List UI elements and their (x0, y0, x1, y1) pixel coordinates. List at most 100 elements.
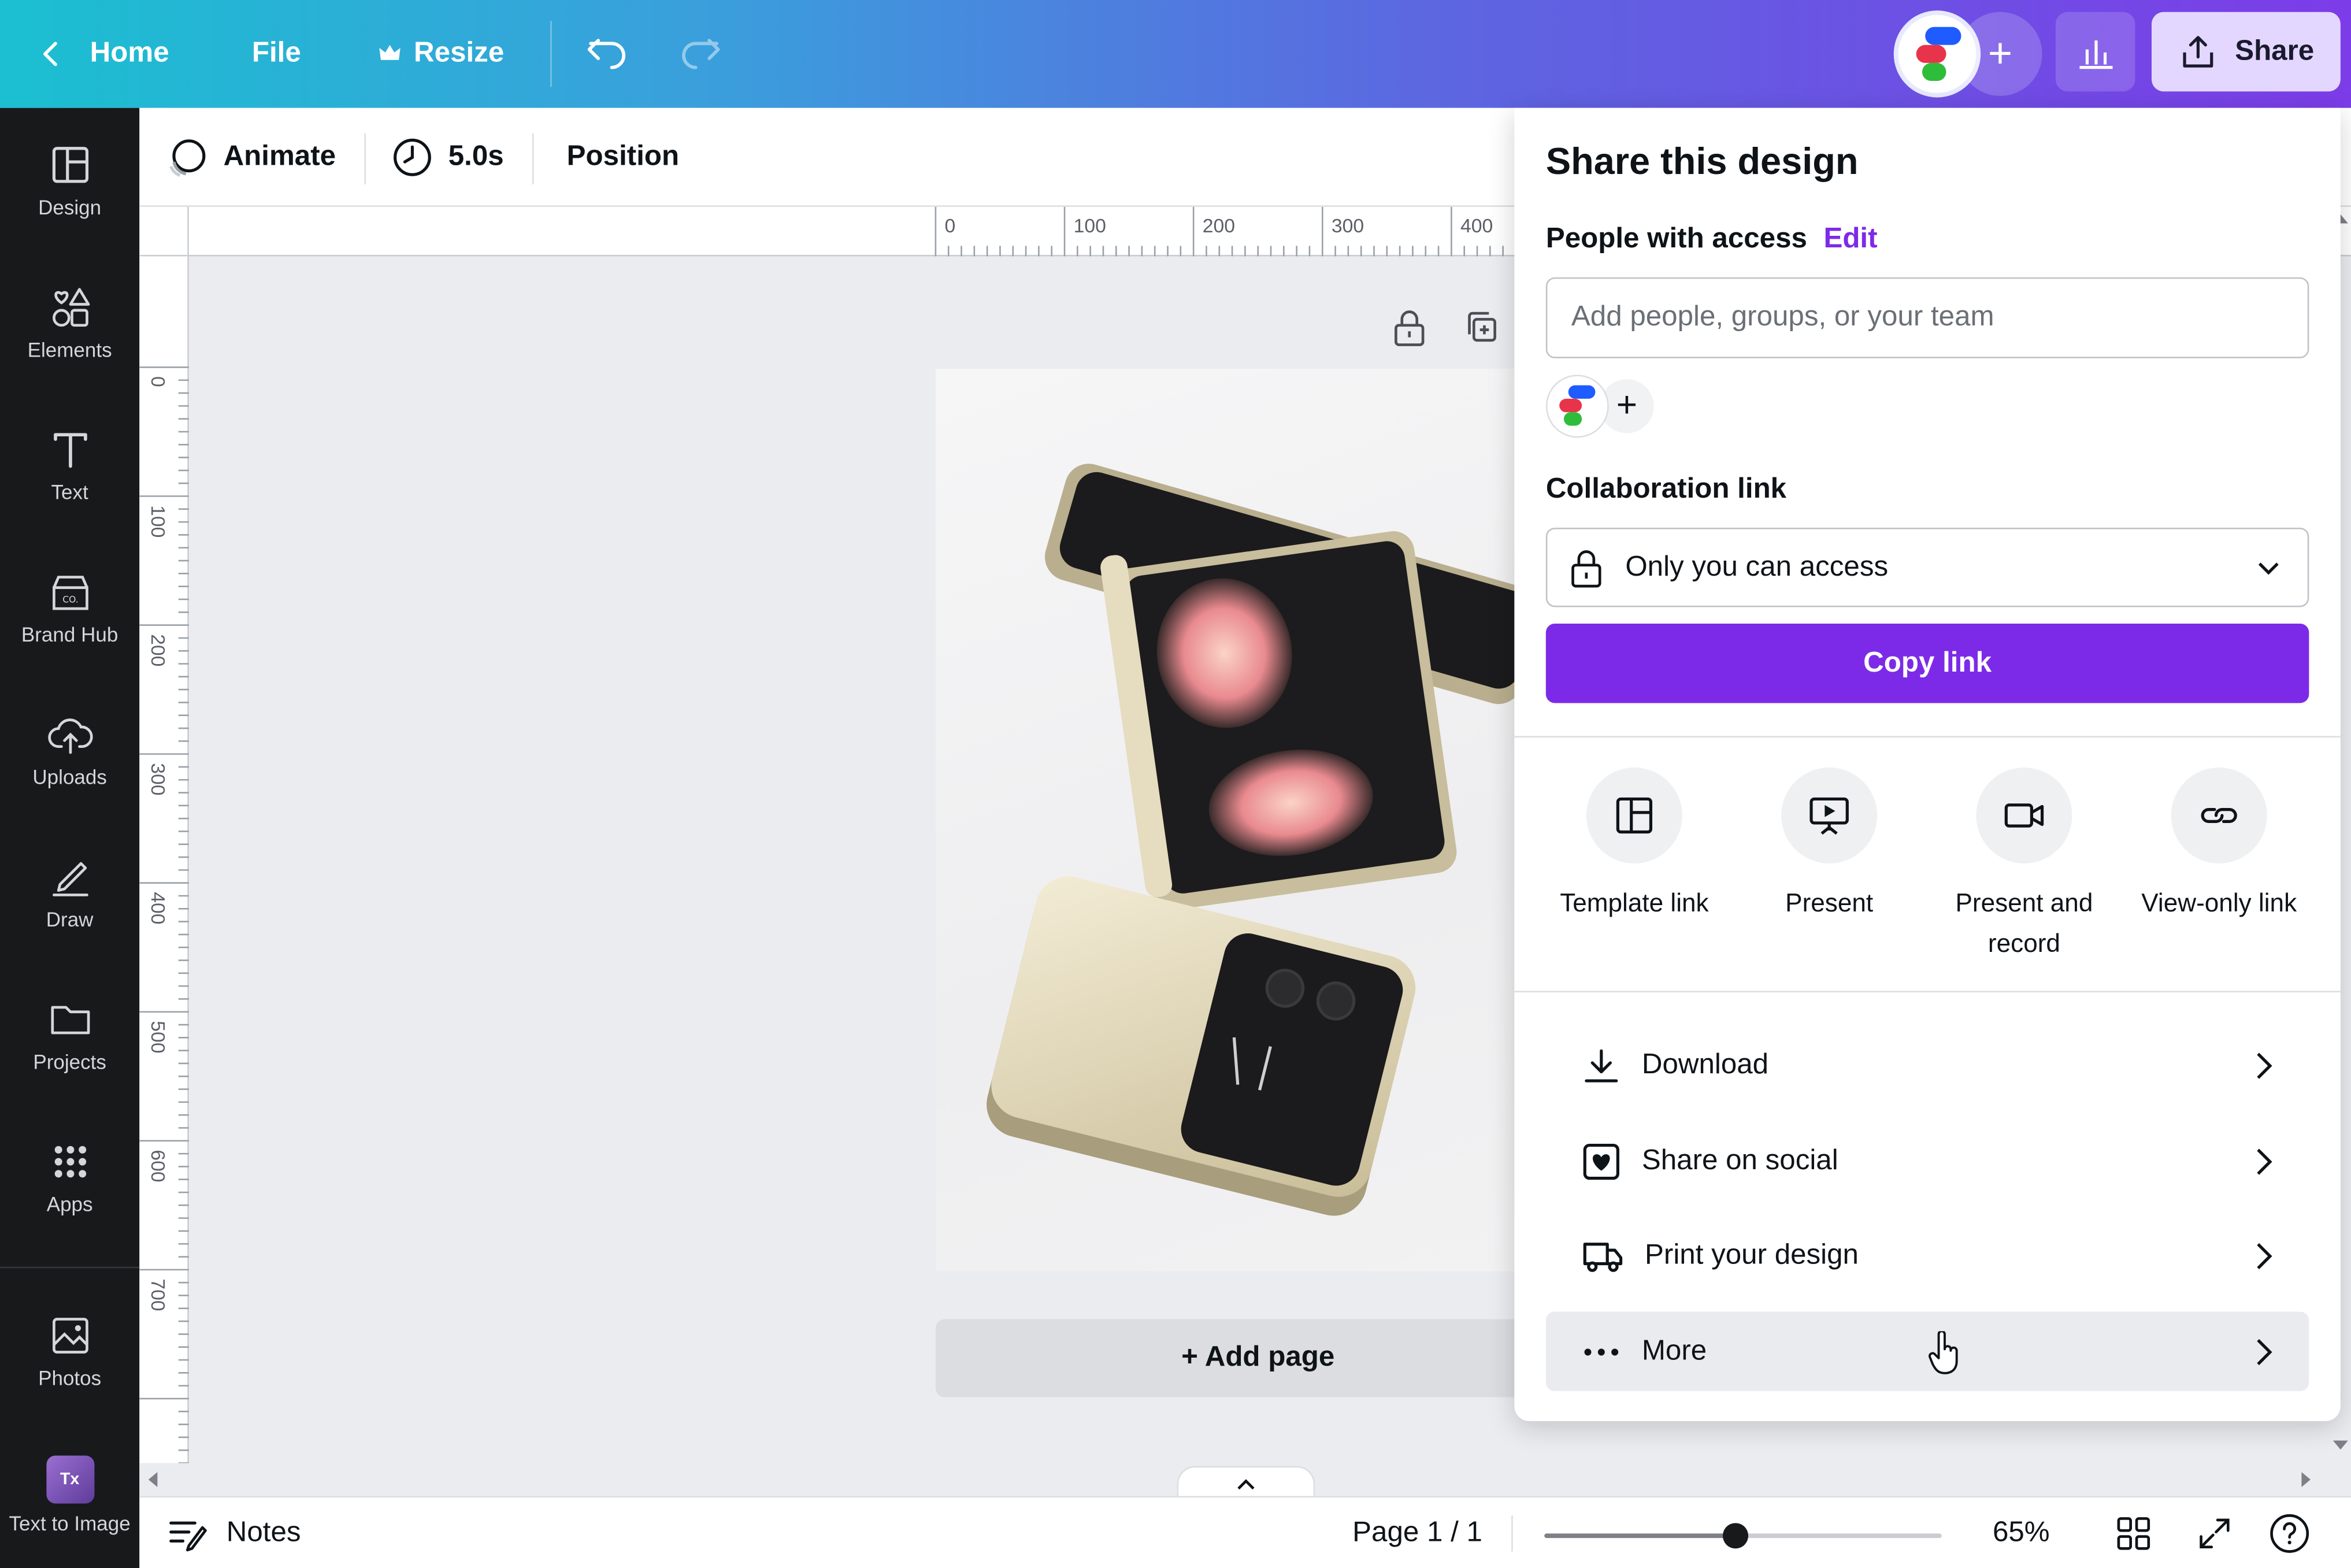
help-button[interactable] (2268, 1497, 2311, 1568)
redo-icon (682, 39, 720, 69)
ruler-left: 0 100 200 300 400 500 600 700 (139, 256, 189, 1463)
bottom-bar: Notes Page 1 / 1 65% (139, 1496, 2351, 1568)
apps-grid-icon (54, 1145, 86, 1177)
undo-button[interactable] (585, 0, 630, 108)
view-only-link-option[interactable]: View-only link (2122, 767, 2316, 924)
collaborator-avatar[interactable] (1545, 375, 1609, 438)
ruler-tick-label: 100 (147, 505, 170, 538)
ruler-tick-label: 0 (944, 214, 956, 237)
option-label: Present and record (1955, 889, 2093, 958)
add-page-label: + Add page (1181, 1341, 1335, 1373)
option-label: View-only link (2141, 889, 2297, 918)
share-panel: Share this design People with access Edi… (1514, 108, 2341, 1421)
duplicate-page-button[interactable] (1463, 309, 1499, 347)
ruler-tick-label: 600 (147, 1150, 170, 1183)
template-link-option[interactable]: Template link (1537, 767, 1731, 924)
download-row[interactable]: Download (1546, 1025, 2309, 1104)
text-to-image-icon: Tx (46, 1455, 94, 1503)
zoom-slider-thumb[interactable] (1723, 1523, 1749, 1549)
add-collaborator-button[interactable]: + (1958, 12, 2042, 96)
share-upload-icon (2182, 35, 2213, 67)
fullscreen-button[interactable] (2197, 1497, 2233, 1568)
animate-button[interactable]: Animate (166, 108, 336, 207)
sidebar-item-text-to-image[interactable]: Tx Text to Image (0, 1427, 139, 1562)
present-and-record-option[interactable]: Present and record (1927, 767, 2122, 964)
chevron-right-icon (2257, 1242, 2272, 1269)
row-label: Download (1641, 1048, 1769, 1080)
sidebar-item-text[interactable]: Text (0, 397, 139, 532)
sidebar-item-design[interactable]: Design (0, 113, 139, 247)
lock-page-button[interactable] (1392, 309, 1427, 347)
resize-label: Resize (414, 37, 505, 69)
sidebar-item-draw[interactable]: Draw (0, 825, 139, 959)
notes-icon (169, 1521, 207, 1552)
chevron-right-icon (2257, 1052, 2272, 1078)
chevron-left-icon (43, 42, 57, 66)
sidebar-item-label: Text (51, 480, 88, 503)
sidebar-item-label: Uploads (32, 765, 107, 788)
share-panel-divider (1514, 736, 2341, 738)
notes-button[interactable]: Notes (166, 1497, 301, 1568)
sidebar-item-apps[interactable]: Apps (0, 1109, 139, 1244)
resize-button[interactable]: Resize (378, 0, 504, 108)
home-button[interactable]: Home (36, 0, 169, 108)
zoom-level-button[interactable]: 65% (1993, 1497, 2050, 1568)
sidebar-item-brand-hub[interactable]: CO. Brand Hub (0, 540, 139, 674)
link-access-dropdown[interactable]: Only you can access (1545, 527, 2309, 607)
ruler-tick-label: 500 (147, 1021, 170, 1054)
chevron-right-icon (2257, 1338, 2272, 1365)
link-icon (2201, 808, 2237, 823)
cloud-upload-icon (47, 717, 92, 754)
row-label: Share on social (1641, 1144, 1838, 1176)
share-button[interactable]: Share (2151, 12, 2341, 92)
ruler-tick-label: 200 (147, 634, 170, 667)
redo-button[interactable] (678, 0, 723, 108)
add-page-button[interactable]: + Add page (935, 1319, 1581, 1398)
add-people-input[interactable]: Add people, groups, or your team (1545, 277, 2309, 358)
zoom-level-label: 65% (1992, 1517, 2050, 1549)
sidebar-item-uploads[interactable]: Uploads (0, 682, 139, 817)
undo-icon (587, 39, 626, 69)
ruler-tick-label: 0 (147, 376, 170, 387)
more-row[interactable]: More (1545, 1311, 2309, 1391)
sidebar-item-label: Draw (46, 907, 94, 931)
duration-button[interactable]: 5.0s (391, 108, 504, 207)
text-icon (53, 432, 87, 468)
zoom-slider[interactable] (1544, 1523, 1942, 1549)
help-icon (2270, 1514, 2309, 1553)
crown-icon (379, 45, 401, 60)
chevron-right-icon (2257, 1148, 2272, 1174)
present-option[interactable]: Present (1732, 767, 1927, 924)
design-page[interactable] (935, 369, 1566, 1272)
copy-link-button[interactable]: Copy link (1545, 623, 2309, 703)
grid-view-button[interactable] (2116, 1497, 2152, 1568)
show-pages-toggle[interactable] (1177, 1466, 1315, 1499)
animate-label: Animate (223, 140, 336, 173)
sidebar-item-photos[interactable]: Photos (0, 1283, 139, 1418)
print-your-design-row[interactable]: Print your design (1546, 1215, 2309, 1295)
add-people-placeholder: Add people, groups, or your team (1571, 301, 1994, 333)
topbar-divider (550, 21, 552, 87)
edit-access-link[interactable]: Edit (1823, 223, 1877, 256)
page-indicator[interactable]: Page 1 / 1 (1352, 1497, 1482, 1568)
sidebar-item-projects[interactable]: Projects (0, 967, 139, 1102)
position-button[interactable]: Position (567, 108, 679, 207)
shapes-icon (51, 287, 90, 326)
svg-text:CO.: CO. (62, 594, 77, 604)
sidebar-item-elements[interactable]: Elements (0, 255, 139, 390)
insights-button[interactable] (2055, 12, 2135, 92)
page-indicator-label: Page 1 / 1 (1352, 1517, 1482, 1549)
file-menu[interactable]: File (252, 0, 301, 108)
option-circle (1976, 767, 2072, 863)
more-icon (1584, 1348, 1619, 1355)
chevron-down-icon (2258, 562, 2279, 574)
foldable-phones-photo (987, 464, 1542, 1216)
ruler-tick-label: 400 (1460, 214, 1493, 237)
share-on-social-row[interactable]: Share on social (1546, 1121, 2309, 1200)
duplicate-icon (1468, 312, 1496, 342)
sidebar-item-label: Brand Hub (21, 622, 118, 646)
sidebar-item-label: Photos (38, 1366, 102, 1389)
row-label: Print your design (1645, 1239, 1859, 1271)
collaboration-link-label: Collaboration link (1545, 473, 1787, 506)
toolbar-divider (364, 133, 366, 185)
